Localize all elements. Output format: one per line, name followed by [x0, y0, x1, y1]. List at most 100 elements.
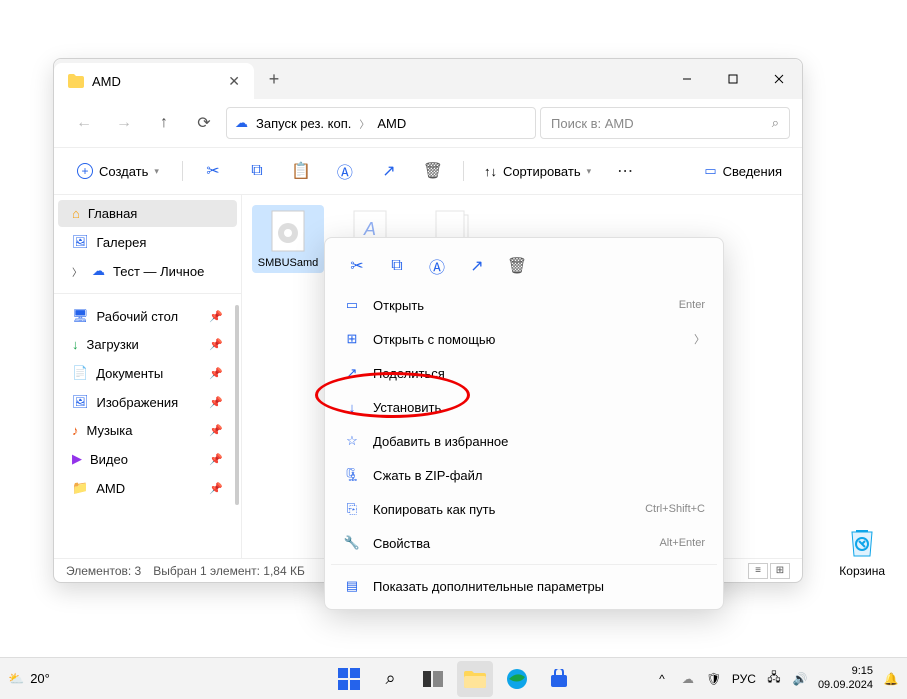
rename-icon[interactable]: Ⓐ: [423, 252, 451, 280]
close-tab-icon[interactable]: ✕: [228, 74, 240, 88]
share-icon[interactable]: ↗: [463, 252, 491, 280]
weather-widget[interactable]: ⛅ 20°: [8, 671, 50, 687]
tray-chevron-icon[interactable]: ^: [654, 671, 670, 687]
ctx-properties[interactable]: 🔧 Свойства Alt+Enter: [331, 526, 717, 560]
gallery-icon: 🖼: [72, 234, 89, 250]
sidebar-item-gallery[interactable]: 🖼 Галерея: [58, 228, 237, 256]
sidebar-label: Изображения: [97, 395, 179, 410]
sidebar-item-documents[interactable]: 📄 Документы 📌: [58, 359, 237, 387]
copy-path-icon: ⎘: [343, 500, 361, 518]
sort-button[interactable]: ↑↓ Сортировать ▾: [476, 158, 599, 185]
music-icon: ♪: [72, 423, 79, 438]
search-button[interactable]: ⌕: [373, 661, 409, 697]
star-icon: ☆: [343, 432, 361, 450]
ctx-install[interactable]: ↓ Установить: [331, 390, 717, 424]
paste-icon[interactable]: 📋: [283, 155, 319, 187]
file-item-selected[interactable]: SMBUSamd: [252, 205, 324, 273]
chevron-right-icon: 〉: [359, 116, 369, 131]
forward-button[interactable]: →: [106, 107, 142, 139]
pin-icon: 📌: [209, 453, 223, 466]
ctx-open-with[interactable]: ⊞ Открыть с помощью 〉: [331, 322, 717, 356]
recycle-bin-label: Корзина: [839, 564, 885, 578]
sidebar-item-pictures[interactable]: 🖼 Изображения 📌: [58, 388, 237, 416]
sidebar-label: Главная: [88, 206, 137, 221]
explorer-button[interactable]: [457, 661, 493, 697]
up-button[interactable]: ↑: [146, 107, 182, 139]
sidebar-item-videos[interactable]: ▶ Видео 📌: [58, 445, 237, 473]
details-label: Сведения: [723, 164, 782, 179]
task-view-button[interactable]: [415, 661, 451, 697]
view-list-button[interactable]: ≡: [748, 563, 768, 579]
language-indicator[interactable]: РУС: [732, 672, 756, 686]
separator: [463, 161, 464, 181]
details-button[interactable]: ▭ Сведения: [696, 157, 790, 185]
refresh-button[interactable]: ⟳: [186, 107, 222, 139]
delete-icon[interactable]: 🗑: [503, 252, 531, 280]
desktop-icon: 🖥: [72, 308, 89, 324]
new-tab-button[interactable]: +: [254, 59, 294, 99]
ctx-copy-path[interactable]: ⎘ Копировать как путь Ctrl+Shift+C: [331, 492, 717, 526]
onedrive-tray-icon[interactable]: ☁: [680, 671, 696, 687]
breadcrumb-current[interactable]: AMD: [377, 116, 406, 131]
view-grid-button[interactable]: ⊞: [770, 563, 790, 579]
date: 09.09.2024: [818, 679, 873, 692]
share-icon[interactable]: ↗: [371, 155, 407, 187]
zip-icon: 🗜: [343, 466, 361, 484]
cut-icon[interactable]: ✂: [195, 155, 231, 187]
security-tray-icon[interactable]: 🛡: [706, 671, 722, 687]
rename-icon[interactable]: Ⓐ: [327, 155, 363, 187]
divider: [331, 564, 717, 565]
close-button[interactable]: [756, 59, 802, 99]
breadcrumb[interactable]: ☁ Запуск рез. коп. 〉 AMD: [226, 107, 536, 139]
sidebar-item-amd[interactable]: 📁 AMD 📌: [58, 474, 237, 502]
ctx-hint: Alt+Enter: [659, 537, 705, 549]
copy-icon[interactable]: ⧉: [383, 252, 411, 280]
clock[interactable]: 9:15 09.09.2024: [818, 665, 873, 691]
back-button[interactable]: ←: [66, 107, 102, 139]
desktop-recycle-bin[interactable]: Корзина: [839, 520, 885, 578]
ctx-label: Установить: [373, 400, 441, 415]
download-icon: ↓: [72, 337, 79, 352]
store-button[interactable]: [541, 661, 577, 697]
cut-icon[interactable]: ✂: [343, 252, 371, 280]
ctx-share[interactable]: ↗ Поделиться: [331, 356, 717, 390]
edge-button[interactable]: [499, 661, 535, 697]
sidebar-label: Тест — Личное: [113, 264, 204, 279]
ctx-open[interactable]: ▭ Открыть Enter: [331, 288, 717, 322]
network-tray-icon[interactable]: 🖧: [766, 671, 782, 687]
maximize-button[interactable]: [710, 59, 756, 99]
open-icon: ▭: [343, 296, 361, 314]
ctx-label: Сжать в ZIP-файл: [373, 468, 483, 483]
tab-amd[interactable]: AMD ✕: [54, 63, 254, 99]
ctx-label: Копировать как путь: [373, 502, 495, 517]
cloud-icon: ☁: [235, 115, 248, 131]
minimize-button[interactable]: [664, 59, 710, 99]
delete-icon[interactable]: 🗑: [415, 155, 451, 187]
sidebar-item-desktop[interactable]: 🖥 Рабочий стол 📌: [58, 302, 237, 330]
ctx-more-options[interactable]: ▤ Показать дополнительные параметры: [331, 569, 717, 603]
sidebar-item-music[interactable]: ♪ Музыка 📌: [58, 417, 237, 444]
install-icon: ↓: [343, 398, 361, 416]
ctx-favorite[interactable]: ☆ Добавить в избранное: [331, 424, 717, 458]
search-input[interactable]: Поиск в: AMD ⌕: [540, 107, 790, 139]
more-icon: ▤: [343, 577, 361, 595]
start-button[interactable]: [331, 661, 367, 697]
sidebar-item-downloads[interactable]: ↓ Загрузки 📌: [58, 331, 237, 358]
temperature: 20°: [30, 671, 50, 686]
weather-icon: ⛅: [8, 671, 24, 687]
pin-icon: 📌: [209, 367, 223, 380]
copy-icon[interactable]: ⧉: [239, 155, 275, 187]
notifications-icon[interactable]: 🔔: [883, 671, 899, 687]
sidebar-item-onedrive[interactable]: 〉 ☁ Тест — Личное: [58, 257, 237, 285]
scrollbar[interactable]: [235, 305, 239, 505]
breadcrumb-backup[interactable]: Запуск рез. коп.: [256, 116, 351, 131]
create-button[interactable]: + Создать ▾: [66, 156, 170, 186]
chevron-right-icon: 〉: [72, 264, 84, 279]
video-icon: ▶: [72, 451, 82, 467]
volume-tray-icon[interactable]: 🔊: [792, 671, 808, 687]
sidebar-item-home[interactable]: ⌂ Главная: [58, 200, 237, 227]
ctx-zip[interactable]: 🗜 Сжать в ZIP-файл: [331, 458, 717, 492]
svg-text:A: A: [363, 219, 376, 239]
divider: [54, 293, 241, 294]
more-button[interactable]: ⋯: [607, 155, 643, 187]
